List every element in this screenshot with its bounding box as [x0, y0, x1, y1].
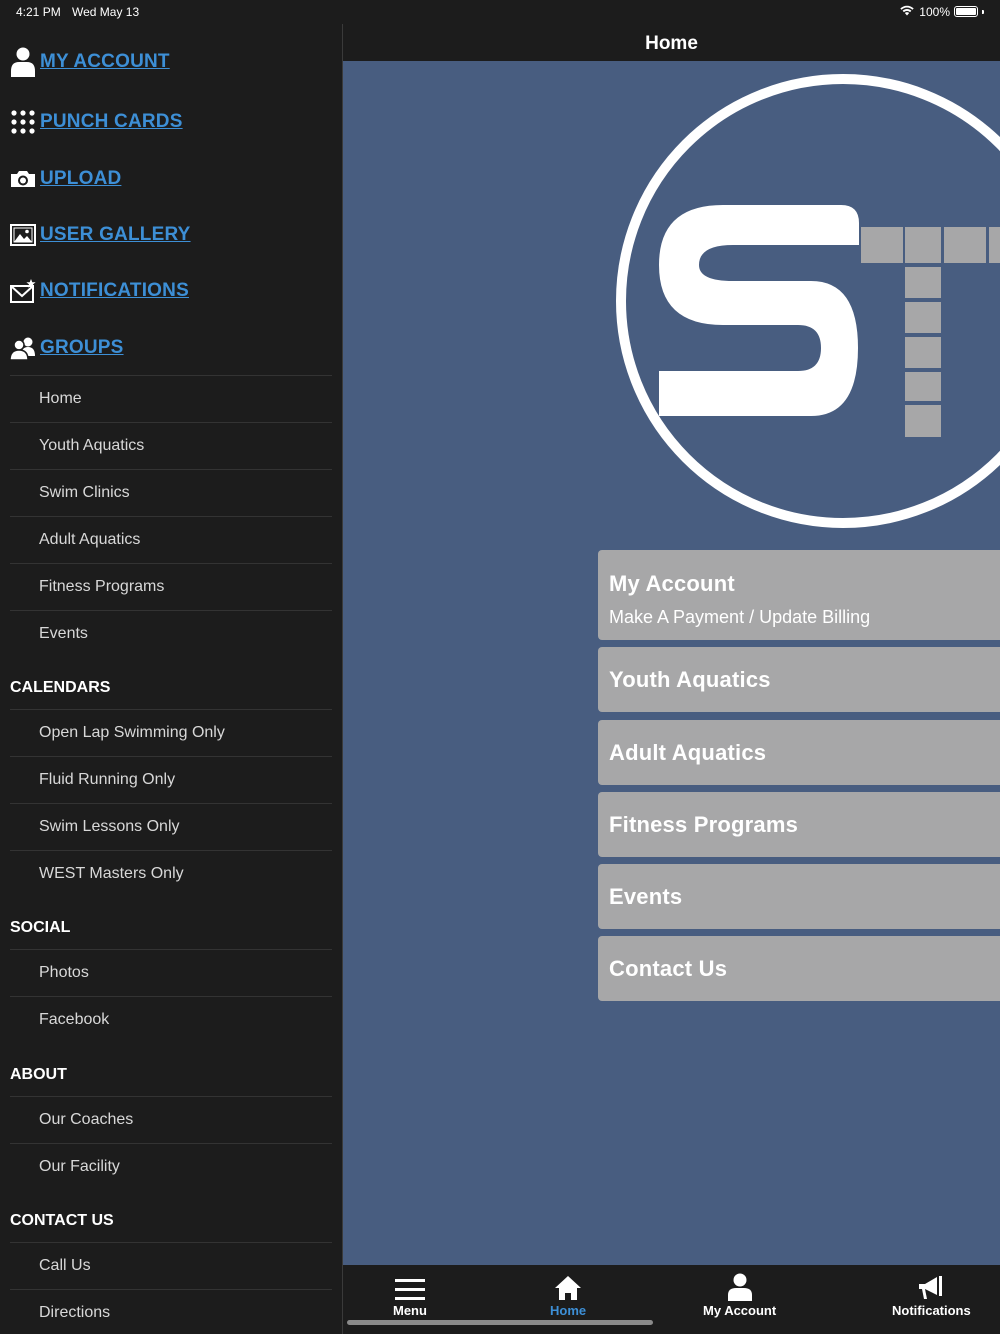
section-header-about: ABOUT: [10, 1066, 67, 1083]
tile-fitness-programs[interactable]: Fitness Programs: [598, 792, 1000, 857]
tab-label: Home: [550, 1303, 587, 1318]
tile-events[interactable]: Events: [598, 864, 1000, 929]
sidebar-item-events[interactable]: Events: [10, 610, 332, 657]
tab-label: Notifications: [892, 1303, 971, 1318]
tile-my-account[interactable]: My Account Make A Payment / Update Billi…: [598, 550, 1000, 640]
section-header-social: SOCIAL: [10, 919, 71, 936]
main-content: My Account Make A Payment / Update Billi…: [343, 61, 1000, 1265]
brand-logo: [616, 74, 1000, 528]
tab-notifications[interactable]: Notifications: [892, 1271, 971, 1318]
sidebar-link-label[interactable]: MY ACCOUNT: [40, 51, 170, 73]
tile-contact-us[interactable]: Contact Us: [598, 936, 1000, 1001]
home-indicator: [347, 1320, 653, 1325]
megaphone-icon: [917, 1271, 945, 1301]
user-icon: [10, 47, 36, 77]
sidebar-item-our-coaches[interactable]: Our Coaches: [10, 1096, 332, 1143]
sidebar-link-label[interactable]: GROUPS: [40, 337, 124, 359]
sidebar-item-our-facility[interactable]: Our Facility: [10, 1143, 332, 1190]
sidebar-link-upload[interactable]: UPLOAD: [10, 161, 121, 197]
tile-title: My Account: [609, 571, 735, 596]
hamburger-icon: [394, 1271, 425, 1301]
sidebar-link-label[interactable]: USER GALLERY: [40, 224, 191, 246]
sidebar-menu: MY ACCOUNT PUNCH CARDS UPLOAD USER GALLE…: [0, 24, 342, 1334]
sidebar-item-fitness-programs[interactable]: Fitness Programs: [10, 563, 332, 610]
grid-dots-icon: [10, 109, 36, 135]
sidebar-item-youth-aquatics[interactable]: Youth Aquatics: [10, 422, 332, 469]
user-icon: [727, 1271, 753, 1301]
sidebar-item-facebook[interactable]: Facebook: [10, 996, 332, 1043]
tile-adult-aquatics[interactable]: Adult Aquatics: [598, 720, 1000, 785]
tab-label: My Account: [703, 1303, 777, 1318]
status-right: 100%: [899, 4, 984, 19]
sidebar-item-fluid-running[interactable]: Fluid Running Only: [10, 756, 332, 803]
sidebar-item-photos[interactable]: Photos: [10, 949, 332, 996]
sidebar-link-punch-cards[interactable]: PUNCH CARDS: [10, 104, 183, 140]
section-header-contact-us: CONTACT US: [10, 1212, 114, 1229]
group-icon: [10, 335, 36, 361]
bottom-tab-bar: Menu Home My Account Notifications: [343, 1265, 1000, 1334]
envelope-star-icon: [10, 278, 36, 304]
tab-menu[interactable]: Menu: [393, 1271, 427, 1318]
sidebar-item-west-masters[interactable]: WEST Masters Only: [10, 850, 332, 897]
sidebar-link-user-gallery[interactable]: USER GALLERY: [10, 217, 191, 253]
sidebar-item-swim-clinics[interactable]: Swim Clinics: [10, 469, 332, 516]
tab-label: Menu: [393, 1303, 427, 1318]
tile-title: Contact Us: [609, 956, 728, 981]
tile-title: Fitness Programs: [609, 812, 799, 837]
status-bar: 4:21 PM Wed May 13 100%: [0, 0, 1000, 24]
sidebar-item-adult-aquatics[interactable]: Adult Aquatics: [10, 516, 332, 563]
wifi-icon: [899, 4, 915, 19]
home-icon: [554, 1271, 582, 1301]
sidebar-link-label[interactable]: UPLOAD: [40, 168, 121, 190]
section-header-calendars: CALENDARS: [10, 679, 111, 696]
battery-icon: [954, 6, 978, 17]
top-header: Home: [343, 24, 1000, 61]
sidebar-item-swim-lessons[interactable]: Swim Lessons Only: [10, 803, 332, 850]
sidebar-item-open-lap-swimming[interactable]: Open Lap Swimming Only: [10, 709, 332, 756]
tile-title: Youth Aquatics: [609, 667, 771, 692]
status-time: 4:21 PM: [16, 5, 61, 19]
tab-home[interactable]: Home: [550, 1271, 586, 1318]
battery-percent: 100%: [919, 4, 950, 19]
tile-title: Adult Aquatics: [609, 740, 767, 765]
sidebar-item-home[interactable]: Home: [10, 375, 332, 422]
sidebar-link-my-account[interactable]: MY ACCOUNT: [10, 44, 170, 80]
page-title: Home: [645, 33, 698, 54]
sidebar-link-notifications[interactable]: NOTIFICATIONS: [10, 273, 189, 309]
sidebar-link-label[interactable]: PUNCH CARDS: [40, 111, 183, 133]
status-date: Wed May 13: [72, 5, 140, 19]
sidebar-item-directions[interactable]: Directions: [10, 1289, 332, 1334]
tile-subtitle: Make A Payment / Update Billing: [609, 607, 871, 627]
tile-title: Events: [609, 884, 683, 909]
image-icon: [10, 222, 36, 248]
sidebar-link-label[interactable]: NOTIFICATIONS: [40, 280, 189, 302]
tile-youth-aquatics[interactable]: Youth Aquatics: [598, 647, 1000, 712]
sidebar-link-groups[interactable]: GROUPS: [10, 330, 124, 366]
camera-icon: [10, 166, 36, 192]
sidebar-item-call-us[interactable]: Call Us: [10, 1242, 332, 1289]
tab-my-account[interactable]: My Account: [703, 1271, 776, 1318]
